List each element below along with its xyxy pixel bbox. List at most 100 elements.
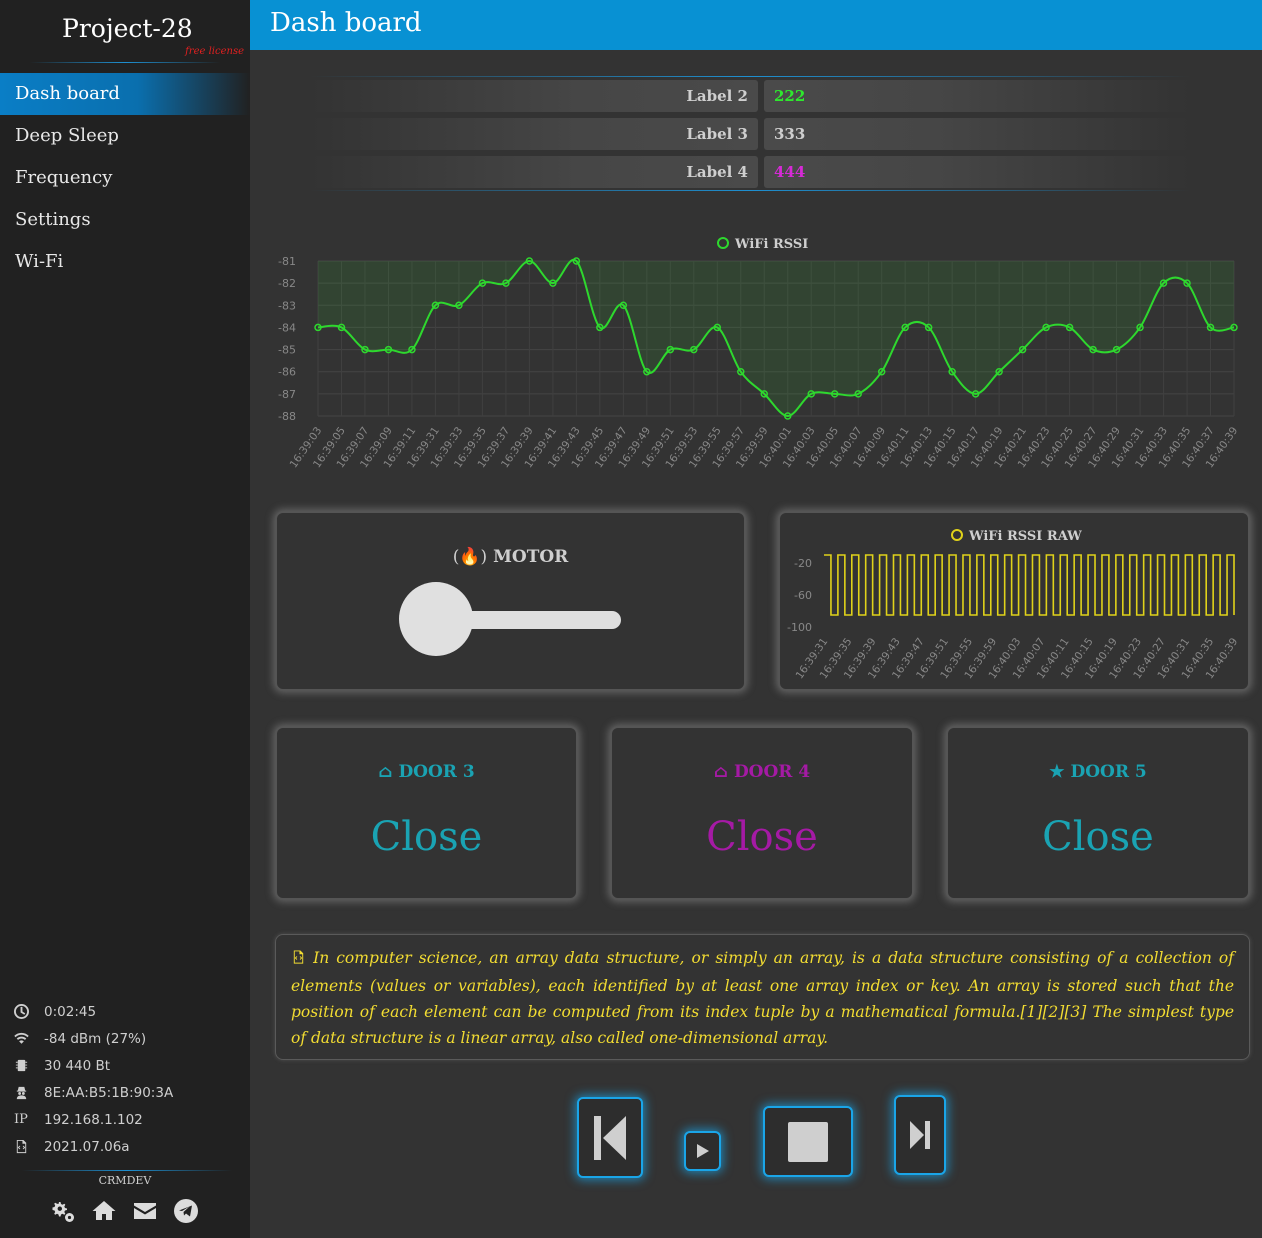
home-icon: ⌂ (378, 762, 393, 782)
sidebar-item-settings[interactable]: Settings (0, 199, 250, 241)
label-row: Label 2 222 (310, 80, 1190, 112)
label-value: 222 (764, 80, 1190, 112)
sidebar-menu: Dash board Deep Sleep Frequency Settings… (0, 73, 250, 283)
rssi-chart: -81-82-83-84-85-86-87-8816:39:0316:39:05… (278, 237, 1240, 470)
uptime-row: 0:02:45 (14, 998, 244, 1025)
skip-next-icon (910, 1121, 930, 1149)
mac-value: 8E:AA:B5:1B:90:3A (44, 1084, 174, 1101)
signal-value: -84 dBm (27%) (44, 1030, 147, 1047)
vendor-label: CRMDEV (98, 1174, 152, 1187)
y-tick-label: -81 (278, 255, 296, 268)
door-status: Close (370, 814, 483, 860)
star-icon: ★ (1049, 762, 1065, 782)
code-file-icon (14, 1139, 44, 1154)
door-title: ⌂ DOOR 4 (612, 762, 912, 782)
ip-row: IP 192.168.1.102 (14, 1106, 244, 1133)
page-title: Dash board (270, 8, 422, 38)
version-row: 2021.07.06a (14, 1133, 244, 1160)
license-badge: free license (185, 46, 244, 57)
divider (310, 190, 1190, 191)
legend-marker (717, 237, 729, 249)
label-name: Label 4 (310, 156, 758, 188)
gears-icon[interactable] (50, 1198, 76, 1228)
label-name: Label 3 (310, 118, 758, 150)
door-title: ★ DOOR 5 (948, 762, 1248, 782)
divider (22, 1170, 232, 1171)
rssi-raw-chart: -20-60-10016:39:3116:39:3516:39:3916:39:… (787, 529, 1240, 681)
play-button[interactable] (684, 1131, 721, 1171)
system-info: 0:02:45 -84 dBm (27%) 30 440 Bt 8E:AA:B5… (14, 998, 244, 1160)
stop-button[interactable] (763, 1106, 853, 1177)
motor-label: MOTOR (493, 547, 569, 567)
page-header: Dash board (250, 0, 1262, 50)
app-title: Project-28 (62, 14, 193, 43)
mac-row: 8E:AA:B5:1B:90:3A (14, 1079, 244, 1106)
memory-value: 30 440 Bt (44, 1057, 111, 1074)
y-tick-label: -100 (787, 621, 812, 634)
door-3-card[interactable]: ⌂ DOOR 3 Close (275, 726, 578, 900)
y-tick-label: -86 (278, 366, 296, 379)
door-status: Close (1042, 814, 1154, 860)
label-name: Label 2 (310, 80, 758, 112)
sidebar-item-deep-sleep[interactable]: Deep Sleep (0, 115, 250, 157)
y-tick-label: -20 (794, 557, 812, 570)
sidebar: Project-28 free license Dash board Deep … (0, 0, 250, 1238)
fire-icon: (🔥) (452, 547, 488, 567)
telegram-icon[interactable] (173, 1198, 199, 1228)
motor-toggle[interactable] (399, 582, 623, 656)
memory-row: 30 440 Bt (14, 1052, 244, 1079)
motor-title: (🔥) MOTOR (277, 547, 744, 567)
door-label: DOOR 5 (1070, 762, 1147, 782)
description-panel: In computer science, an array data struc… (275, 934, 1250, 1060)
y-tick-label: -87 (278, 388, 296, 401)
description-text: In computer science, an array data struc… (291, 949, 1234, 1047)
version-value: 2021.07.06a (44, 1138, 130, 1155)
door-label: DOOR 4 (733, 762, 811, 782)
divider (30, 62, 220, 63)
sidebar-item-frequency[interactable]: Frequency (0, 157, 250, 199)
door-title: ⌂ DOOR 3 (277, 762, 576, 782)
door-label: DOOR 3 (398, 762, 475, 782)
y-tick-label: -84 (278, 321, 296, 334)
divider (310, 76, 1190, 77)
series-line (824, 554, 1235, 616)
door-status: Close (706, 814, 818, 860)
y-tick-label: -88 (278, 410, 296, 423)
brand: Project-28 free license (0, 0, 250, 64)
wifi-icon (14, 1031, 44, 1046)
footer-icons (50, 1198, 199, 1228)
y-tick-label: -82 (278, 277, 296, 290)
label-value: 333 (764, 118, 1190, 150)
label-row: Label 4 444 (310, 156, 1190, 188)
ip-label: IP (14, 1112, 28, 1127)
legend-marker (951, 529, 963, 541)
toggle-knob (399, 582, 473, 656)
skip-next-button[interactable] (894, 1095, 946, 1175)
door-5-card[interactable]: ★ DOOR 5 Close (946, 726, 1250, 900)
user-secret-icon (14, 1085, 44, 1100)
label-row: Label 3 333 (310, 118, 1190, 150)
home-icon[interactable] (91, 1198, 117, 1228)
skip-previous-icon (594, 1115, 626, 1160)
clock-icon (14, 1004, 44, 1019)
legend-label: WiFi RSSI RAW (968, 529, 1082, 544)
uptime-value: 0:02:45 (44, 1003, 97, 1020)
legend-label: WiFi RSSI (734, 237, 808, 252)
raw-chart-card: -20 -60 -100 16:39:31 16:39:35 16:39:39 16:39:… (778, 511, 1250, 691)
y-tick-label: -85 (278, 344, 296, 357)
door-4-card[interactable]: ⌂ DOOR 4 Close (610, 726, 914, 900)
motor-card: (🔥) MOTOR (275, 511, 746, 691)
label-value: 444 (764, 156, 1190, 188)
play-icon (696, 1144, 709, 1158)
code-file-icon (291, 947, 306, 973)
sidebar-item-dashboard[interactable]: Dash board (0, 73, 250, 115)
y-tick-label: -60 (794, 589, 812, 602)
skip-previous-button[interactable] (577, 1097, 643, 1178)
ip-value: 192.168.1.102 (44, 1111, 143, 1128)
chip-icon (14, 1058, 44, 1073)
envelope-icon[interactable] (132, 1198, 158, 1228)
y-tick-label: -83 (278, 299, 296, 312)
sidebar-item-wifi[interactable]: Wi-Fi (0, 241, 250, 283)
signal-row: -84 dBm (27%) (14, 1025, 244, 1052)
home-icon: ⌂ (713, 762, 729, 782)
